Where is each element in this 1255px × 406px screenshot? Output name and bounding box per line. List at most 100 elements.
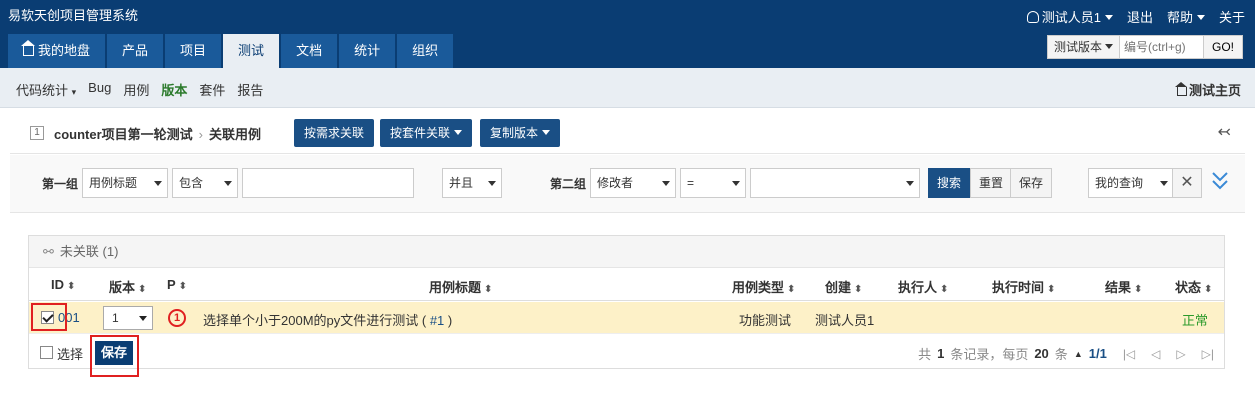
col-creator[interactable]: 创建 ⬍ xyxy=(825,277,862,296)
chevron-down-icon xyxy=(662,181,670,186)
logic-select[interactable]: 并且 xyxy=(442,168,502,198)
case-title[interactable]: 选择单个小于200M的py文件进行测试 ( #1 ) xyxy=(203,310,452,329)
chevron-down-icon xyxy=(732,181,740,186)
pager: 共 1 条记录，每页 20 条 ▲ 1/1 |◁ ◁ ▷ ▷| xyxy=(918,346,1214,362)
first-page-icon[interactable]: |◁ xyxy=(1123,347,1135,361)
group1-field-select[interactable]: 用例标题 xyxy=(82,168,168,198)
col-type[interactable]: 用例类型 ⬍ xyxy=(732,277,795,296)
next-page-icon[interactable]: ▷ xyxy=(1176,347,1185,361)
sort-icon: ⬍ xyxy=(1047,284,1056,295)
highlight-frame xyxy=(90,335,139,377)
app-header: 易软天创项目管理系统 测试人员1 退出 帮助 关于 我的地盘 产品 项目 测试 … xyxy=(0,0,1255,68)
col-version[interactable]: 版本 ⬍ xyxy=(109,277,146,296)
build-id-badge: 1 xyxy=(30,126,44,140)
last-page-icon[interactable]: ▷| xyxy=(1202,347,1214,361)
case-type: 功能测试 xyxy=(739,313,792,328)
copy-build-button[interactable]: 复制版本 xyxy=(480,119,561,147)
priority-badge: 1 xyxy=(168,309,186,327)
main-nav: 我的地盘 产品 项目 测试 文档 统计 组织 xyxy=(8,34,454,68)
user-icon xyxy=(1026,11,1039,23)
select-all-checkbox[interactable] xyxy=(40,346,53,359)
about-link[interactable]: 关于 xyxy=(1219,7,1245,26)
sort-icon: ⬍ xyxy=(787,284,796,295)
subnav-case[interactable]: 用例 xyxy=(123,80,149,99)
subnav-code-stats[interactable]: 代码统计 ▾ xyxy=(16,80,76,99)
nav-tab-product[interactable]: 产品 xyxy=(107,34,164,68)
search-go-button[interactable]: GO! xyxy=(1203,35,1243,59)
link-by-suite-button[interactable]: 按套件关联 xyxy=(380,119,473,147)
chevron-down-icon xyxy=(1104,44,1113,49)
nav-tab-project[interactable]: 项目 xyxy=(165,34,222,68)
chevron-down-icon xyxy=(454,130,463,135)
chevron-down-icon xyxy=(1104,15,1113,20)
table-footer: 选择 保存 共 1 条记录，每页 20 条 ▲ 1/1 |◁ ◁ ▷ ▷| xyxy=(29,335,1224,377)
sort-icon: ⬍ xyxy=(138,284,147,295)
nav-tab-test[interactable]: 测试 xyxy=(223,34,280,68)
sort-icon: ⬍ xyxy=(178,281,188,292)
nav-tab-my[interactable]: 我的地盘 xyxy=(8,34,106,68)
group2-field-select[interactable]: 修改者 xyxy=(590,168,676,198)
save-query-button[interactable]: 保存 xyxy=(1010,168,1053,198)
close-icon[interactable]: ✕ xyxy=(1172,168,1202,198)
sort-icon: ⬍ xyxy=(1134,284,1143,295)
page-title: 关联用例 xyxy=(209,127,262,142)
select-all-label: 选择 xyxy=(57,347,84,362)
search-form: 第一组 用例标题 包含 并且 第二组 修改者 = 搜索 重置 保存 我的查询 ✕ xyxy=(10,155,1245,213)
chevron-down-icon xyxy=(1196,15,1205,20)
chevron-down-icon xyxy=(154,181,162,186)
prev-page-icon[interactable]: ◁ xyxy=(1151,347,1160,361)
col-executor[interactable]: 执行人 ⬍ xyxy=(898,277,948,296)
search-scope-dropdown[interactable]: 测试版本 xyxy=(1046,35,1120,59)
breadcrumb: counter项目第一轮测试 › 关联用例 xyxy=(54,127,262,142)
unlinked-cases-panel: ⚯ 未关联 (1) ID ⬍ 版本 ⬍ P ⬍ 用例标题 ⬍ 用例类型 ⬍ 创建 ⬍ 执行人 ⬍… xyxy=(28,235,1225,377)
sub-nav: 代码统计 ▾ Bug 用例 版本 套件 报告 测试主页 xyxy=(0,68,1255,108)
per-page-select[interactable]: 20 xyxy=(1034,346,1048,361)
nav-tab-company[interactable]: 组织 xyxy=(397,34,454,68)
col-title[interactable]: 用例标题 ⬍ xyxy=(429,277,492,296)
help-menu[interactable]: 帮助 xyxy=(1167,7,1205,26)
subnav-build[interactable]: 版本 xyxy=(161,80,187,99)
link-by-story-button[interactable]: 按需求关联 xyxy=(294,119,375,147)
double-chevron-down-icon[interactable] xyxy=(1211,169,1229,193)
version-select[interactable]: 1 xyxy=(103,306,153,330)
subnav-report[interactable]: 报告 xyxy=(237,80,263,99)
group2-label: 第二组 xyxy=(550,177,587,191)
chevron-down-icon xyxy=(542,130,551,135)
user-menu[interactable]: 测试人员1 xyxy=(1026,7,1113,26)
col-id[interactable]: ID ⬍ xyxy=(51,277,75,292)
reset-button[interactable]: 重置 xyxy=(970,168,1013,198)
col-result[interactable]: 结果 ⬍ xyxy=(1105,277,1142,296)
group1-value-input[interactable] xyxy=(242,168,414,198)
search-input[interactable] xyxy=(1119,35,1204,59)
chevron-down-icon xyxy=(906,181,914,186)
home-icon xyxy=(21,40,35,56)
group1-label: 第一组 xyxy=(42,177,79,191)
group2-operator-select[interactable]: = xyxy=(680,168,746,198)
back-icon[interactable]: ↢ xyxy=(1218,122,1231,142)
subnav-suite[interactable]: 套件 xyxy=(199,80,225,99)
col-priority[interactable]: P ⬍ xyxy=(167,277,187,292)
highlight-frame xyxy=(31,303,67,331)
logout-link[interactable]: 退出 xyxy=(1127,7,1153,26)
table-header: ID ⬍ 版本 ⬍ P ⬍ 用例标题 ⬍ 用例类型 ⬍ 创建 ⬍ 执行人 ⬍ 执行时间 ⬍ 结果… xyxy=(29,269,1224,301)
nav-tab-doc[interactable]: 文档 xyxy=(281,34,338,68)
chevron-down-icon xyxy=(139,316,147,321)
sort-icon: ⬍ xyxy=(854,284,863,295)
nav-tab-report[interactable]: 统计 xyxy=(339,34,396,68)
group1-operator-select[interactable]: 包含 xyxy=(172,168,238,198)
chevron-down-icon xyxy=(1160,181,1168,186)
col-exec-time[interactable]: 执行时间 ⬍ xyxy=(992,277,1055,296)
panel-header: ⚯ 未关联 (1) xyxy=(29,236,1224,268)
table-row[interactable]: 001 1 1 选择单个小于200M的py文件进行测试 ( #1 ) 功能测试 … xyxy=(29,302,1224,334)
col-status[interactable]: 状态 ⬍ xyxy=(1175,277,1212,296)
app-title: 易软天创项目管理系统 xyxy=(8,8,139,23)
search-button[interactable]: 搜索 xyxy=(928,168,971,198)
subnav-bug[interactable]: Bug xyxy=(88,80,111,99)
test-home-link[interactable]: 测试主页 xyxy=(1174,80,1241,99)
my-query-select[interactable]: 我的查询 xyxy=(1088,168,1174,198)
sort-icon: ⬍ xyxy=(1204,284,1213,295)
build-name[interactable]: counter项目第一轮测试 xyxy=(54,127,193,142)
chevron-down-icon xyxy=(224,181,232,186)
title-bar: 1 counter项目第一轮测试 › 关联用例 按需求关联 按套件关联 复制版本 ↢ xyxy=(10,110,1245,154)
group2-value-select[interactable] xyxy=(750,168,920,198)
